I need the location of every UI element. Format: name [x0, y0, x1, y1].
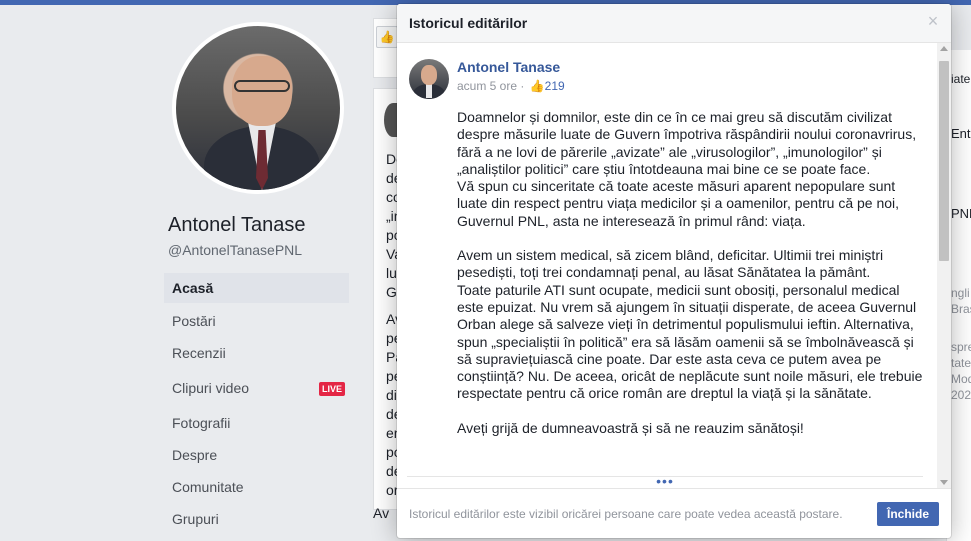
like-count[interactable]: 219 [545, 79, 565, 93]
paragraph-text: Doamnelor și domnilor, este din ce în ce… [457, 109, 917, 177]
scroll-down-arrow-icon[interactable] [940, 480, 948, 485]
close-icon[interactable]: × [925, 12, 941, 30]
like-icon: 👍 [529, 79, 545, 93]
post-paragraph: Doamnelor și domnilor, este din ce în ce… [457, 109, 927, 230]
author-avatar[interactable] [409, 59, 449, 99]
post-paragraph: Avem un sistem medical, să zicem blând, … [457, 247, 927, 403]
close-button[interactable]: Închide [876, 502, 939, 526]
paragraph-text: Vă spun cu sinceritate că toate aceste m… [457, 178, 900, 229]
meta-separator: · [520, 79, 525, 93]
edit-history-dialog: Istoricul editărilor × Antonel Tanase ac… [397, 4, 951, 538]
post-time[interactable]: acum 5 ore [457, 79, 517, 93]
scroll-thumb[interactable] [939, 61, 949, 261]
post-meta: acum 5 ore · 👍219 [457, 79, 565, 93]
dialog-title: Istoricul editărilor [409, 15, 528, 31]
scroll-up-arrow-icon[interactable] [940, 46, 948, 51]
dialog-scrollbar[interactable] [937, 43, 951, 488]
dialog-header: Istoricul editărilor × [397, 4, 951, 43]
post-paragraph: Aveți grijă de dumneavoastră și să ne re… [457, 419, 804, 436]
dialog-body: Antonel Tanase acum 5 ore · 👍219 Doamnel… [397, 43, 951, 488]
more-dots[interactable]: ••• [407, 474, 923, 488]
paragraph-text: Avem un sistem medical, să zicem blând, … [457, 247, 884, 281]
dialog-footer: Istoricul editărilor este vizibil oricăr… [397, 488, 951, 538]
author-name[interactable]: Antonel Tanase [457, 59, 560, 75]
post-text: Doamnelor și domnilor, este din ce în ce… [457, 109, 927, 454]
paragraph-text: Toate paturile ATI sunt ocupate, medicii… [457, 281, 923, 402]
visibility-note: Istoricul editărilor este vizibil oricăr… [409, 507, 843, 521]
